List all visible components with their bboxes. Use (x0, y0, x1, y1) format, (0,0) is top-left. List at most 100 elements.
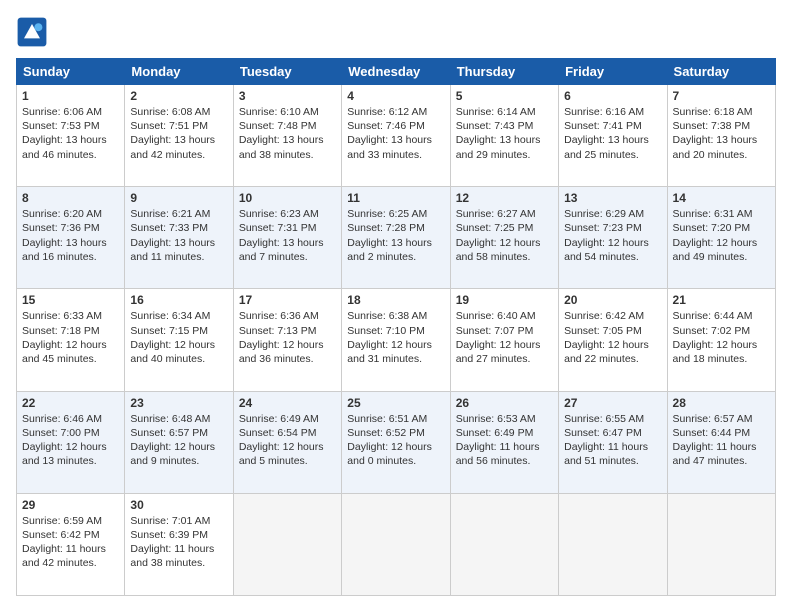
day-number: 10 (239, 191, 336, 205)
day-header-thursday: Thursday (450, 59, 558, 85)
day-number: 17 (239, 293, 336, 307)
cell-content: Sunrise: 6:46 AMSunset: 7:00 PMDaylight:… (22, 413, 107, 468)
day-number: 28 (673, 396, 770, 410)
calendar-week-2: 8 Sunrise: 6:20 AMSunset: 7:36 PMDaylight… (17, 187, 776, 289)
cell-content: Sunrise: 6:06 AMSunset: 7:53 PMDaylight:… (22, 106, 107, 161)
cell-content: Sunrise: 6:16 AMSunset: 7:41 PMDaylight:… (564, 106, 649, 161)
cell-content: Sunrise: 6:48 AMSunset: 6:57 PMDaylight:… (130, 413, 215, 468)
day-number: 2 (130, 89, 227, 103)
day-number: 14 (673, 191, 770, 205)
day-number: 30 (130, 498, 227, 512)
cell-content: Sunrise: 6:40 AMSunset: 7:07 PMDaylight:… (456, 310, 541, 365)
day-header-saturday: Saturday (667, 59, 775, 85)
cell-content: Sunrise: 7:01 AMSunset: 6:39 PMDaylight:… (130, 515, 214, 570)
cell-content: Sunrise: 6:53 AMSunset: 6:49 PMDaylight:… (456, 413, 540, 468)
cell-content: Sunrise: 6:08 AMSunset: 7:51 PMDaylight:… (130, 106, 215, 161)
calendar-cell: 24 Sunrise: 6:49 AMSunset: 6:54 PMDayligh… (233, 391, 341, 493)
day-number: 9 (130, 191, 227, 205)
day-number: 22 (22, 396, 119, 410)
calendar-cell: 8 Sunrise: 6:20 AMSunset: 7:36 PMDaylight… (17, 187, 125, 289)
calendar-cell: 21 Sunrise: 6:44 AMSunset: 7:02 PMDayligh… (667, 289, 775, 391)
calendar-cell: 27 Sunrise: 6:55 AMSunset: 6:47 PMDayligh… (559, 391, 667, 493)
day-number: 15 (22, 293, 119, 307)
calendar-cell: 2 Sunrise: 6:08 AMSunset: 7:51 PMDaylight… (125, 85, 233, 187)
cell-content: Sunrise: 6:33 AMSunset: 7:18 PMDaylight:… (22, 310, 107, 365)
cell-content: Sunrise: 6:51 AMSunset: 6:52 PMDaylight:… (347, 413, 432, 468)
day-number: 3 (239, 89, 336, 103)
calendar-cell (559, 493, 667, 595)
calendar-cell (667, 493, 775, 595)
calendar-cell (450, 493, 558, 595)
day-number: 27 (564, 396, 661, 410)
day-number: 18 (347, 293, 444, 307)
calendar-table: SundayMondayTuesdayWednesdayThursdayFrid… (16, 58, 776, 596)
calendar-cell: 16Sunrise: 6:34 AMSunset: 7:15 PMDayligh… (125, 289, 233, 391)
day-number: 23 (130, 396, 227, 410)
calendar-cell: 3 Sunrise: 6:10 AMSunset: 7:48 PMDaylight… (233, 85, 341, 187)
day-number: 25 (347, 396, 444, 410)
day-header-tuesday: Tuesday (233, 59, 341, 85)
cell-content: Sunrise: 6:59 AMSunset: 6:42 PMDaylight:… (22, 515, 106, 570)
cell-content: Sunrise: 6:55 AMSunset: 6:47 PMDaylight:… (564, 413, 648, 468)
logo (16, 16, 52, 48)
calendar-cell: 1 Sunrise: 6:06 AMSunset: 7:53 PMDaylight… (17, 85, 125, 187)
day-number: 21 (673, 293, 770, 307)
calendar-cell: 28 Sunrise: 6:57 AMSunset: 6:44 PMDayligh… (667, 391, 775, 493)
day-number: 29 (22, 498, 119, 512)
cell-content: Sunrise: 6:25 AMSunset: 7:28 PMDaylight:… (347, 208, 432, 263)
calendar-cell: 20 Sunrise: 6:42 AMSunset: 7:05 PMDayligh… (559, 289, 667, 391)
cell-content: Sunrise: 6:36 AMSunset: 7:13 PMDaylight:… (239, 310, 324, 365)
cell-content: Sunrise: 6:18 AMSunset: 7:38 PMDaylight:… (673, 106, 758, 161)
page: SundayMondayTuesdayWednesdayThursdayFrid… (0, 0, 792, 612)
day-number: 8 (22, 191, 119, 205)
calendar-cell: 11Sunrise: 6:25 AMSunset: 7:28 PMDayligh… (342, 187, 450, 289)
calendar-cell: 7Sunrise: 6:18 AMSunset: 7:38 PMDaylight… (667, 85, 775, 187)
calendar-cell: 13 Sunrise: 6:29 AMSunset: 7:23 PMDayligh… (559, 187, 667, 289)
calendar-week-3: 15 Sunrise: 6:33 AMSunset: 7:18 PMDayligh… (17, 289, 776, 391)
cell-content: Sunrise: 6:44 AMSunset: 7:02 PMDaylight:… (673, 310, 758, 365)
cell-content: Sunrise: 6:57 AMSunset: 6:44 PMDaylight:… (673, 413, 757, 468)
calendar-week-4: 22 Sunrise: 6:46 AMSunset: 7:00 PMDayligh… (17, 391, 776, 493)
cell-content: Sunrise: 6:23 AMSunset: 7:31 PMDaylight:… (239, 208, 324, 263)
day-number: 5 (456, 89, 553, 103)
calendar-cell: 19 Sunrise: 6:40 AMSunset: 7:07 PMDayligh… (450, 289, 558, 391)
day-header-friday: Friday (559, 59, 667, 85)
day-number: 24 (239, 396, 336, 410)
cell-content: Sunrise: 6:10 AMSunset: 7:48 PMDaylight:… (239, 106, 324, 161)
calendar-cell: 10 Sunrise: 6:23 AMSunset: 7:31 PMDayligh… (233, 187, 341, 289)
cell-content: Sunrise: 6:49 AMSunset: 6:54 PMDaylight:… (239, 413, 324, 468)
calendar-cell: 5 Sunrise: 6:14 AMSunset: 7:43 PMDaylight… (450, 85, 558, 187)
calendar-cell: 18Sunrise: 6:38 AMSunset: 7:10 PMDayligh… (342, 289, 450, 391)
cell-content: Sunrise: 6:14 AMSunset: 7:43 PMDaylight:… (456, 106, 541, 161)
day-number: 20 (564, 293, 661, 307)
day-number: 13 (564, 191, 661, 205)
logo-icon (16, 16, 48, 48)
calendar-cell: 25 Sunrise: 6:51 AMSunset: 6:52 PMDayligh… (342, 391, 450, 493)
calendar-cell: 9 Sunrise: 6:21 AMSunset: 7:33 PMDaylight… (125, 187, 233, 289)
cell-content: Sunrise: 6:21 AMSunset: 7:33 PMDaylight:… (130, 208, 215, 263)
cell-content: Sunrise: 6:20 AMSunset: 7:36 PMDaylight:… (22, 208, 107, 263)
day-header-monday: Monday (125, 59, 233, 85)
calendar-week-5: 29 Sunrise: 6:59 AMSunset: 6:42 PMDayligh… (17, 493, 776, 595)
day-number: 19 (456, 293, 553, 307)
calendar-cell: 15 Sunrise: 6:33 AMSunset: 7:18 PMDayligh… (17, 289, 125, 391)
calendar-cell: 4Sunrise: 6:12 AMSunset: 7:46 PMDaylight… (342, 85, 450, 187)
cell-content: Sunrise: 6:42 AMSunset: 7:05 PMDaylight:… (564, 310, 649, 365)
cell-content: Sunrise: 6:27 AMSunset: 7:25 PMDaylight:… (456, 208, 541, 263)
calendar-week-1: 1 Sunrise: 6:06 AMSunset: 7:53 PMDaylight… (17, 85, 776, 187)
calendar-cell: 6 Sunrise: 6:16 AMSunset: 7:41 PMDaylight… (559, 85, 667, 187)
calendar-cell (233, 493, 341, 595)
header (16, 16, 776, 48)
calendar-cell: 12Sunrise: 6:27 AMSunset: 7:25 PMDayligh… (450, 187, 558, 289)
day-number: 16 (130, 293, 227, 307)
calendar-cell: 29 Sunrise: 6:59 AMSunset: 6:42 PMDayligh… (17, 493, 125, 595)
calendar-cell: 26 Sunrise: 6:53 AMSunset: 6:49 PMDayligh… (450, 391, 558, 493)
calendar-cell (342, 493, 450, 595)
day-number: 1 (22, 89, 119, 103)
cell-content: Sunrise: 6:29 AMSunset: 7:23 PMDaylight:… (564, 208, 649, 263)
day-number: 6 (564, 89, 661, 103)
cell-content: Sunrise: 6:12 AMSunset: 7:46 PMDaylight:… (347, 106, 432, 161)
calendar-cell: 22 Sunrise: 6:46 AMSunset: 7:00 PMDayligh… (17, 391, 125, 493)
day-number: 26 (456, 396, 553, 410)
cell-content: Sunrise: 6:31 AMSunset: 7:20 PMDaylight:… (673, 208, 758, 263)
